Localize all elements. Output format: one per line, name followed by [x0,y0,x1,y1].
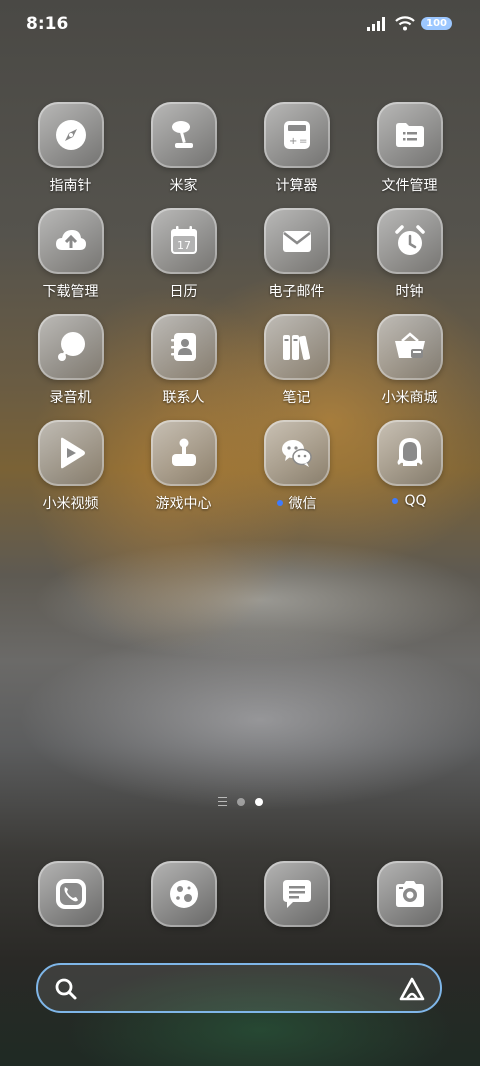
app-label: 计算器 [275,178,318,194]
app-qq[interactable]: QQ [353,420,466,513]
status-time: 8:16 [26,14,69,34]
recorder-icon [37,314,104,380]
app-grid: 指南针 米家 + = 计算器 文件管理 下载管理 17 日历 电子邮件 时钟 录… [14,102,466,513]
camera-icon [376,861,443,927]
app-calendar[interactable]: 17 日历 [127,208,240,301]
app-game-center[interactable]: 游戏中心 [127,420,240,513]
page-dot-active[interactable] [254,797,263,806]
app-label: 笔记 [282,390,311,406]
app-drawer-indicator-icon[interactable] [217,797,227,806]
browser-planet-icon [150,861,217,927]
joystick-icon [150,420,217,486]
app-label: 时钟 [395,284,424,300]
app-label: 米家 [169,178,198,194]
page-indicator[interactable] [0,797,480,806]
message-icon [263,861,330,927]
app-label: 录音机 [49,390,92,406]
mijia-lamp-icon [150,102,217,168]
app-label: 游戏中心 [155,496,212,512]
calculator-icon: + = [263,102,330,168]
app-label: 小米商城 [381,390,438,406]
app-notes[interactable]: 笔记 [240,314,353,407]
qq-penguin-icon [376,420,443,486]
status-icons: 100 [367,16,452,31]
search-icon[interactable] [54,977,78,1001]
app-compass[interactable]: 指南针 [14,102,127,195]
dock-camera[interactable] [353,861,466,927]
app-label: 日历 [169,284,198,300]
app-label: QQ [392,493,427,509]
app-recorder[interactable]: 录音机 [14,314,127,407]
app-label: 指南针 [49,178,92,194]
dock [14,861,466,927]
app-calculator[interactable]: + = 计算器 [240,102,353,195]
page-dot[interactable] [236,797,245,806]
app-email[interactable]: 电子邮件 [240,208,353,301]
dock-browser[interactable] [127,861,240,927]
app-label: 下载管理 [42,284,99,300]
app-label: 微信 [276,493,317,513]
svg-text:+: + [289,136,297,147]
signal-icon [367,16,386,31]
app-label: 小米视频 [42,496,99,512]
cloud-download-icon [37,208,104,274]
app-clock[interactable]: 时钟 [353,208,466,301]
search-bar[interactable] [36,963,442,1013]
app-label: 电子邮件 [268,284,325,300]
app-mijia[interactable]: 米家 [127,102,240,195]
app-label: 联系人 [162,390,205,406]
video-play-icon [37,420,104,486]
compass-icon [37,102,104,168]
battery-icon: 100 [421,17,452,30]
calendar-icon: 17 [150,208,217,274]
notification-dot [276,500,283,506]
app-mi-store[interactable]: 小米商城 [353,314,466,407]
notification-dot [392,498,399,504]
dock-messages[interactable] [240,861,353,927]
calendar-day: 17 [177,239,191,252]
shopping-basket-icon [376,314,443,380]
app-download-manager[interactable]: 下载管理 [14,208,127,301]
wechat-icon [263,420,330,486]
svg-text:=: = [299,136,307,147]
app-label: 文件管理 [381,178,438,194]
dock-phone[interactable] [14,861,127,927]
app-contacts[interactable]: 联系人 [127,314,240,407]
mail-icon [263,208,330,274]
app-wechat[interactable]: 微信 [240,420,353,513]
alarm-clock-icon [376,208,443,274]
folder-icon [376,102,443,168]
notes-icon [263,314,330,380]
app-mi-video[interactable]: 小米视频 [14,420,127,513]
phone-icon [37,861,104,927]
ai-assistant-icon[interactable] [398,976,426,1002]
status-bar: 8:16 100 [26,14,452,38]
app-file-manager[interactable]: 文件管理 [353,102,466,195]
wifi-icon [395,16,415,31]
contacts-icon [150,314,217,380]
